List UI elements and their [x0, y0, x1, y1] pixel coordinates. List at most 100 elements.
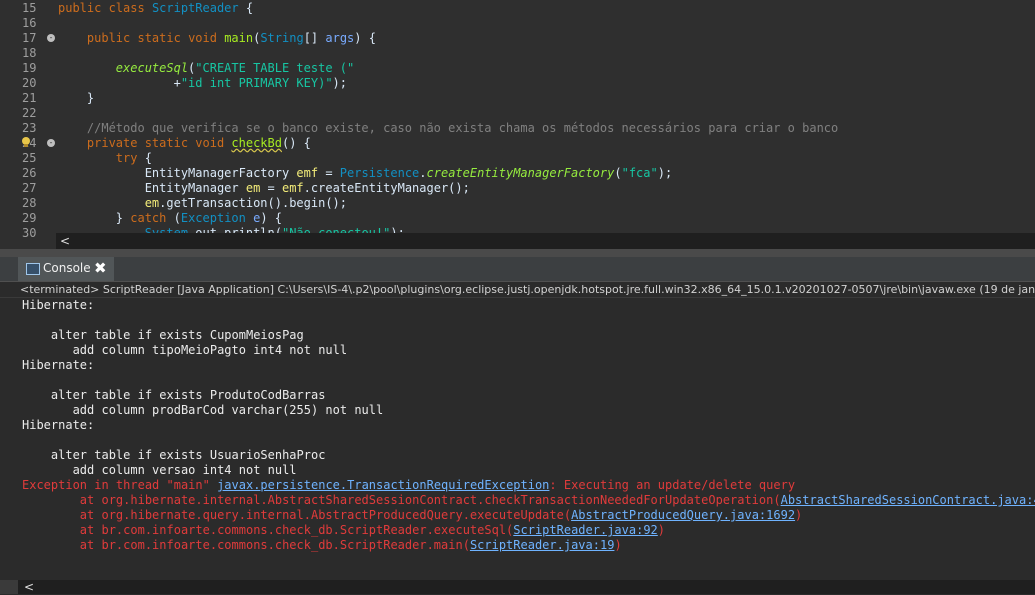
line-number: 30: [22, 226, 37, 240]
code-line[interactable]: 26 EntityManagerFactory emf = Persistenc…: [0, 166, 1035, 181]
code-token: .: [303, 181, 311, 195]
code-token: );: [657, 166, 673, 180]
console-text: add column prodBarCod varchar(255) not n…: [22, 403, 384, 417]
code-token: public: [86, 31, 138, 45]
code-token: executeSql: [115, 61, 189, 75]
scroll-left-arrow-icon[interactable]: <: [24, 579, 34, 595]
code-token: []: [303, 31, 326, 45]
panel-divider[interactable]: [0, 249, 1035, 257]
code-editor[interactable]: 15 public class ScriptReader { 16 17 - publi…: [0, 0, 1035, 249]
code-line[interactable]: 17 - public static void main(String[] arg…: [0, 31, 1035, 46]
code-line[interactable]: 22: [0, 106, 1035, 121]
console-text: add column tipoMeioPagto int4 not null: [22, 343, 348, 357]
console-tab-label: Console: [43, 261, 91, 275]
console-horizontal-scrollbar[interactable]: <: [18, 580, 1035, 594]
stacktrace-link[interactable]: javax.persistence.TransactionRequiredExc…: [217, 478, 549, 492]
stacktrace-link[interactable]: ScriptReader.java:19: [470, 538, 615, 552]
code-token: Persistence: [339, 166, 420, 180]
console-text: ): [657, 523, 666, 537]
code-line[interactable]: 28 em.getTransaction().begin();: [0, 196, 1035, 211]
code-text: executeSql("CREATE TABLE teste (": [58, 61, 354, 76]
code-token: static: [144, 136, 196, 150]
line-number: 19: [22, 61, 37, 75]
code-line[interactable]: 27 EntityManager em = emf.createEntityMa…: [0, 181, 1035, 196]
line-number: 20: [22, 76, 37, 90]
console-text: alter table if exists ProdutoCodBarras: [22, 388, 333, 402]
console-text: ): [795, 508, 803, 522]
console-line: at org.hibernate.internal.AbstractShared…: [22, 493, 1035, 508]
line-number: 26: [22, 166, 37, 180]
console-text: at org.hibernate.query.internal.Abstract…: [22, 508, 572, 522]
code-token: static: [137, 31, 189, 45]
code-token: "fca": [621, 166, 658, 180]
code-token: .getTransaction().begin();: [159, 196, 347, 210]
console-line: alter table if exists UsuarioSenhaProc: [22, 448, 333, 463]
warning-lightbulb-icon[interactable]: [20, 136, 32, 148]
editor-horizontal-scrollbar[interactable]: <: [56, 233, 1035, 249]
code-token: "id int PRIMARY KEY)": [180, 76, 333, 90]
code-token: createEntityManager();: [310, 181, 470, 195]
console-text: add column versao int4 not null: [22, 463, 297, 477]
code-line[interactable]: 29 } catch (Exception e) {: [0, 211, 1035, 226]
code-token: void: [188, 31, 225, 45]
tab-console[interactable]: Console ✖: [18, 257, 114, 281]
fold-toggle-icon[interactable]: -: [47, 139, 55, 147]
code-token: ScriptReader: [151, 1, 239, 15]
code-token: =: [260, 181, 282, 195]
scroll-left-arrow-icon[interactable]: <: [60, 233, 70, 249]
code-line[interactable]: 15 public class ScriptReader {: [0, 1, 1035, 16]
line-number: 29: [22, 211, 37, 225]
console-line: add column versao int4 not null: [22, 463, 297, 478]
code-token: (: [173, 211, 181, 225]
code-token: public: [58, 1, 109, 15]
code-text: public class ScriptReader {: [58, 1, 253, 16]
close-icon[interactable]: ✖: [94, 259, 107, 277]
code-line[interactable]: 23 //Método que verifica se o banco exis…: [0, 121, 1035, 136]
line-number: 16: [22, 16, 37, 30]
console-text: Hibernate:: [22, 418, 102, 432]
stacktrace-link[interactable]: AbstractProducedQuery.java:1692: [571, 508, 795, 522]
line-number: 21: [22, 91, 37, 105]
console-text: Exception in thread "main": [22, 478, 218, 492]
code-text: } catch (Exception e) {: [58, 211, 282, 226]
code-token: EntityManager: [58, 181, 246, 195]
console-text: at br.com.infoarte.commons.check_db.Scri…: [22, 523, 514, 537]
code-text: public static void main(String[] args) {: [58, 31, 376, 46]
fold-toggle-icon[interactable]: -: [47, 34, 55, 42]
line-number: 17: [22, 31, 37, 45]
code-token: ) {: [354, 31, 376, 45]
code-token: em: [245, 181, 261, 195]
code-token: checkBd: [231, 136, 282, 150]
line-number: 15: [22, 1, 37, 15]
code-line[interactable]: 21 }: [0, 91, 1035, 106]
console-icon: [26, 263, 40, 275]
console-text: ): [614, 538, 622, 552]
code-token: private: [86, 136, 145, 150]
code-token: em: [144, 196, 160, 210]
console-line: add column prodBarCod varchar(255) not n…: [22, 403, 384, 418]
console-output[interactable]: Hibernate: alter table if exists CupomMe…: [0, 298, 1035, 580]
code-line[interactable]: 18: [0, 46, 1035, 61]
code-text: EntityManagerFactory emf = Persistence.c…: [58, 166, 672, 181]
console-line: add column tipoMeioPagto int4 not null: [22, 343, 348, 358]
code-line[interactable]: 19 executeSql("CREATE TABLE teste (": [0, 61, 1035, 76]
console-text: alter table if exists UsuarioSenhaProc: [22, 448, 333, 462]
code-token: createEntityManagerFactory: [426, 166, 615, 180]
code-token: +: [58, 76, 181, 90]
line-number: 27: [22, 181, 37, 195]
code-line[interactable]: 20 +"id int PRIMARY KEY)");: [0, 76, 1035, 91]
code-token: ) {: [260, 211, 283, 225]
stacktrace-link[interactable]: ScriptReader.java:92: [513, 523, 658, 537]
code-line[interactable]: 24- private static void checkBd() {: [0, 136, 1035, 151]
stacktrace-link[interactable]: AbstractSharedSessionContract.java:445: [781, 493, 1035, 507]
console-line: at org.hibernate.query.internal.Abstract…: [22, 508, 802, 523]
code-line[interactable]: 25 try {: [0, 151, 1035, 166]
code-line[interactable]: 16: [0, 16, 1035, 31]
code-text: //Método que verifica se o banco existe,…: [58, 121, 838, 136]
console-line: at br.com.infoarte.commons.check_db.Scri…: [22, 523, 665, 538]
console-tab-bar: Console ✖: [0, 257, 1035, 282]
console-line: Hibernate:: [22, 418, 101, 433]
code-text: private static void checkBd() {: [58, 136, 311, 151]
code-token: {: [238, 1, 254, 15]
